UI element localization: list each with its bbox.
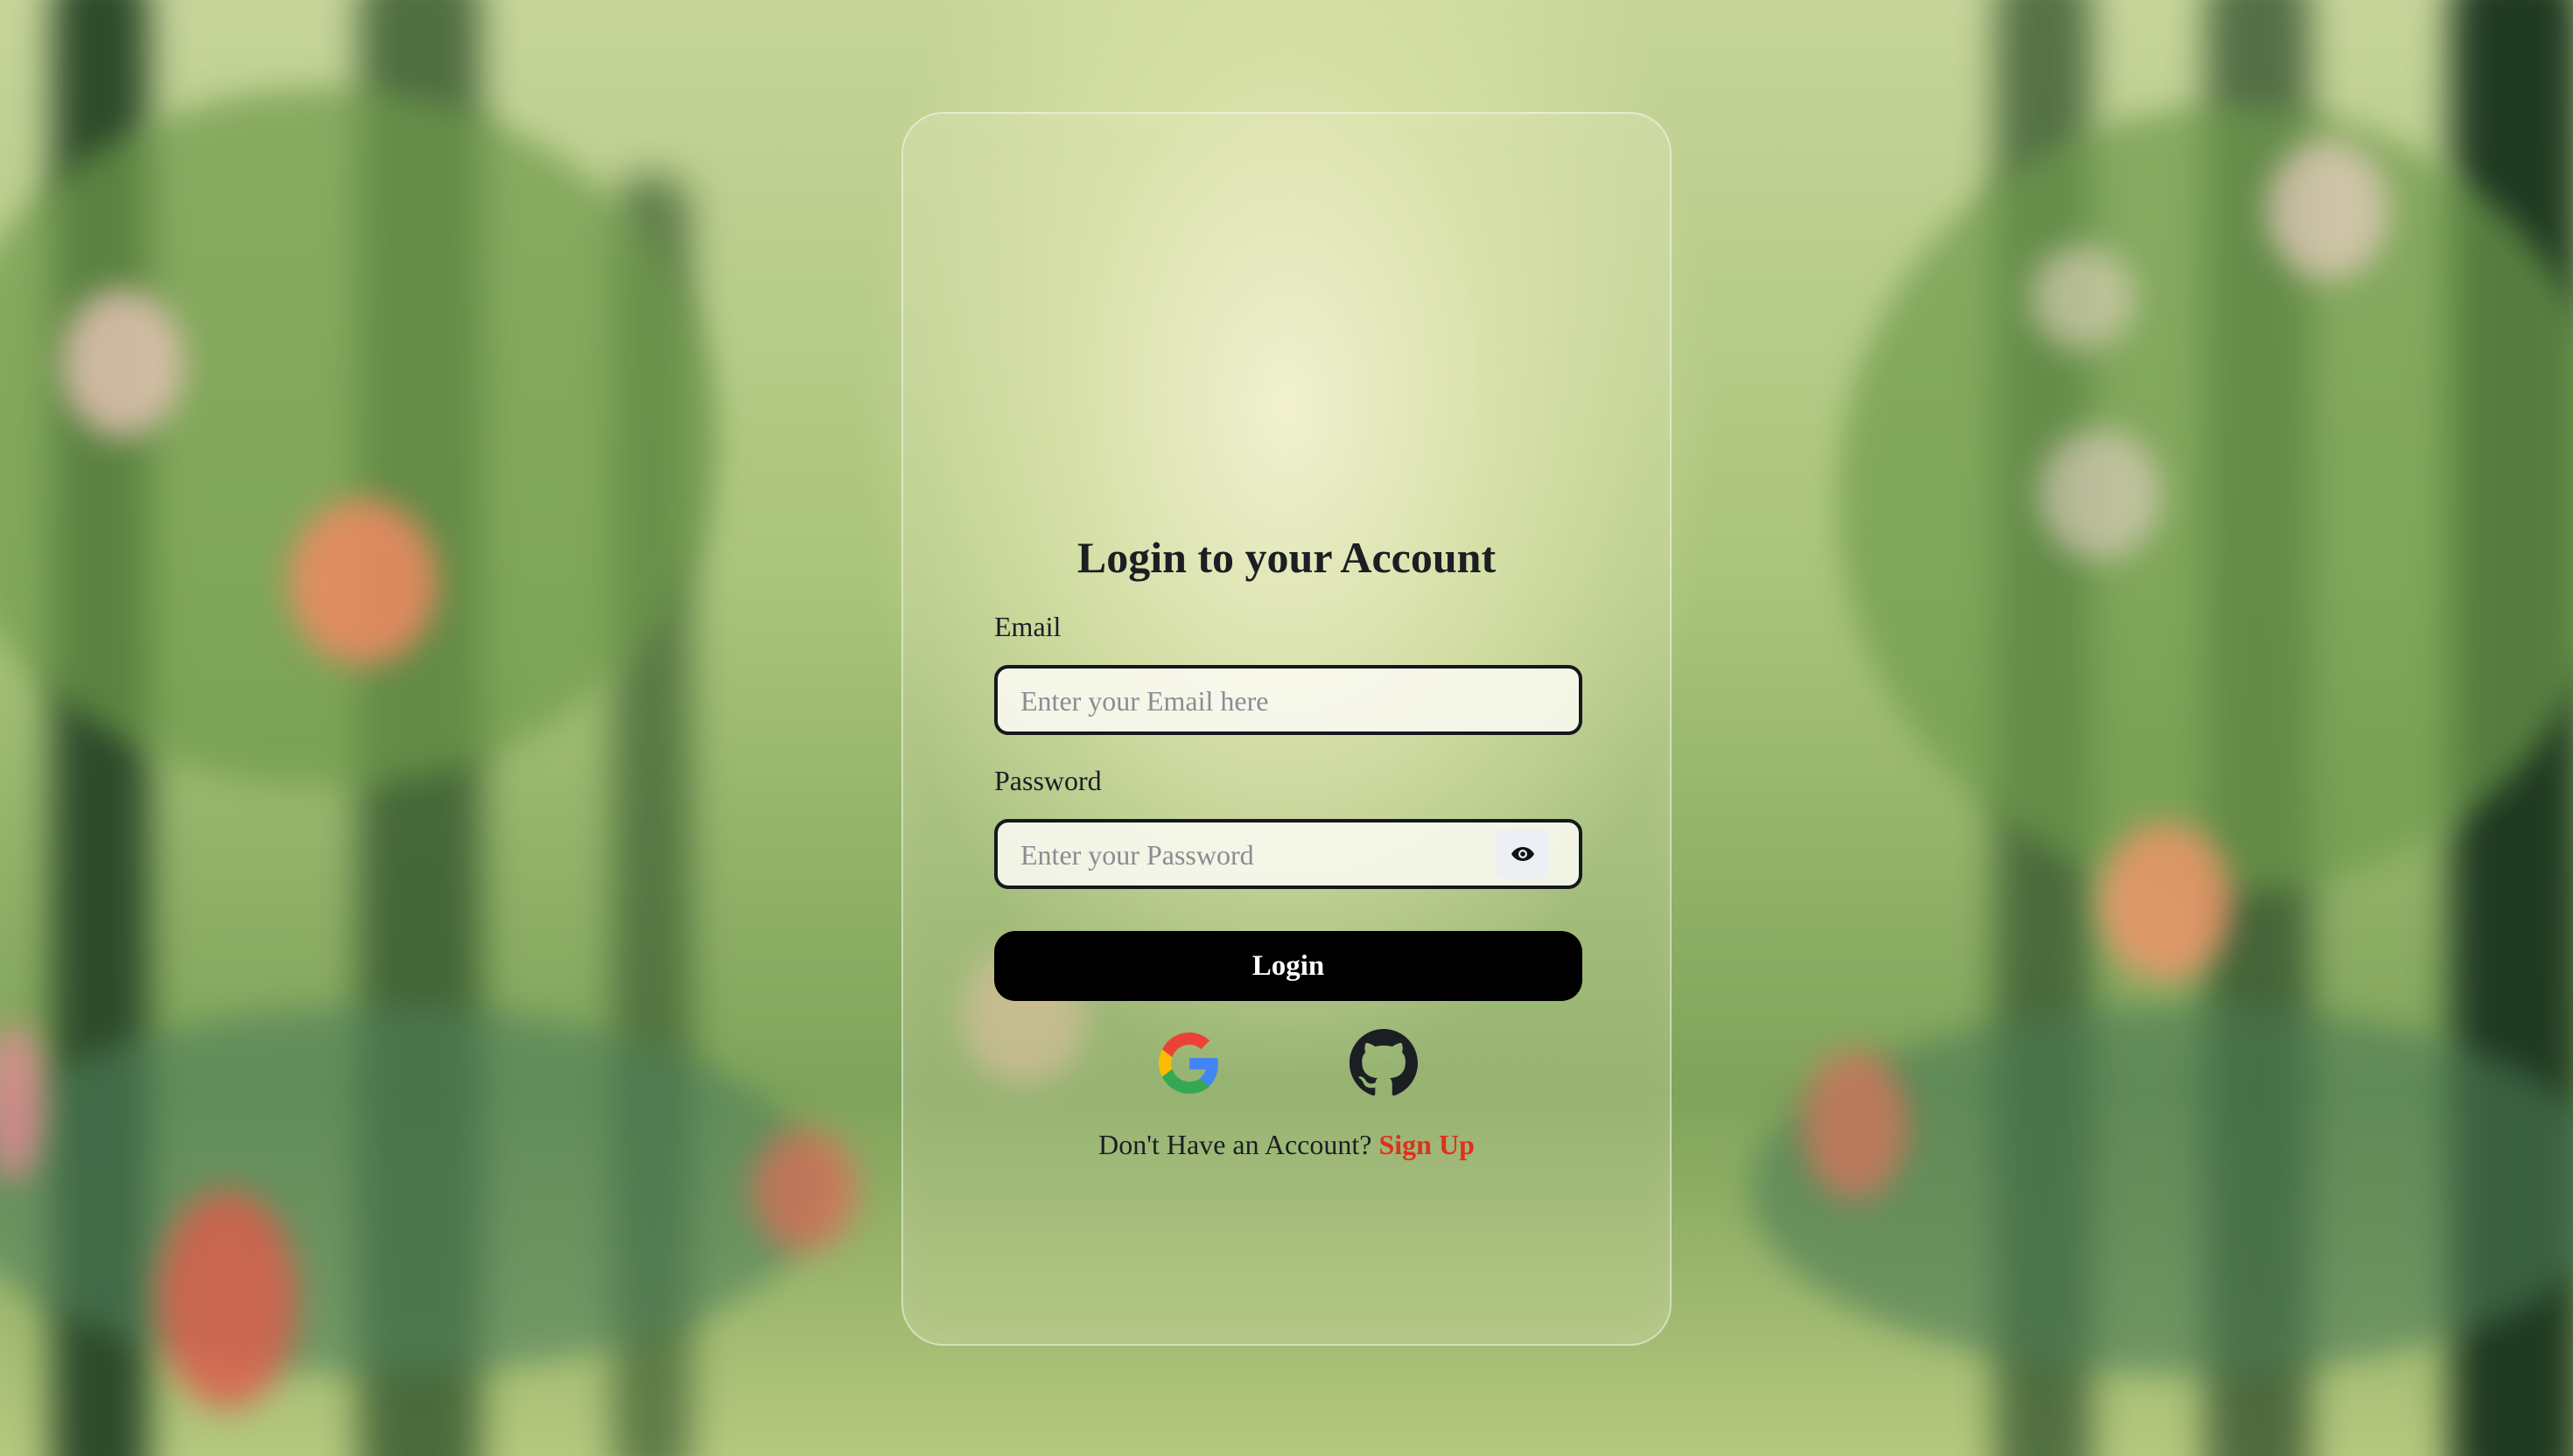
login-button[interactable]: Login: [994, 931, 1582, 1001]
signup-prompt-line: Don't Have an Account? Sign Up: [903, 1129, 1670, 1161]
email-label: Email: [994, 611, 1062, 642]
page-title: Login to your Account: [1076, 533, 1497, 582]
password-input[interactable]: [1019, 822, 1495, 887]
login-card: Login to your Account Email Password Log…: [901, 112, 1672, 1346]
password-label: Password: [994, 765, 1102, 796]
toggle-password-visibility-button[interactable]: [1497, 830, 1549, 878]
email-input[interactable]: [1019, 668, 1495, 733]
password-field-box: [994, 819, 1582, 889]
email-field-box: [994, 665, 1582, 735]
google-icon: [1159, 1032, 1218, 1094]
eye-icon: [1511, 847, 1534, 861]
github-icon: [1350, 1029, 1418, 1096]
google-login-button[interactable]: [1155, 1029, 1223, 1097]
signup-prompt-text: Don't Have an Account?: [1098, 1129, 1372, 1160]
github-login-button[interactable]: [1350, 1029, 1418, 1097]
sign-up-link[interactable]: Sign Up: [1378, 1129, 1474, 1160]
